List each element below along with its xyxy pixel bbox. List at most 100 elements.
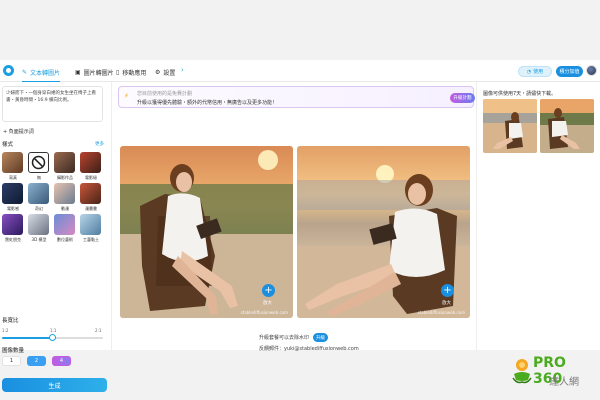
clock-icon: ◔ bbox=[526, 68, 532, 75]
zoom-in-button[interactable]: + bbox=[262, 284, 275, 297]
avatar[interactable] bbox=[586, 65, 597, 76]
style-section-label: 樣式 bbox=[2, 142, 14, 148]
app-logo-icon[interactable] bbox=[3, 65, 14, 76]
history-thumbnail-picture bbox=[540, 99, 594, 153]
ratio-min-label: 1:2 bbox=[2, 328, 9, 333]
image-watermark: stablediffusionweb.com bbox=[417, 310, 465, 315]
buy-credits-label: 積分加值 bbox=[559, 69, 580, 75]
style-option[interactable]: 電影級 bbox=[80, 152, 102, 181]
style-option[interactable]: 工藝黏土 bbox=[80, 214, 102, 243]
style-thumbnail bbox=[28, 183, 49, 204]
style-name: 電影級 bbox=[85, 175, 97, 180]
zoom-in-button[interactable]: + bbox=[441, 284, 454, 297]
upgrade-banner: ⚡ 您目前使用的是免費計劃 升級以獲得優先體驗・額外的代幣信用・無廣告以及更多功… bbox=[118, 86, 475, 108]
style-thumbnail bbox=[54, 214, 75, 235]
tab-label: 移動應用 bbox=[122, 69, 147, 77]
tab-label: 圖片轉圖片 bbox=[83, 69, 114, 77]
style-option[interactable]: 霓虹朋克 bbox=[2, 214, 24, 243]
tab-image-to-image[interactable]: ▣ 圖片轉圖片 bbox=[75, 66, 114, 78]
tab-settings[interactable]: ⚙ 設置 bbox=[155, 66, 175, 78]
style-name: 攝影作品 bbox=[57, 175, 73, 180]
negative-prompt-toggle[interactable]: + 負面提示詞 bbox=[3, 128, 34, 135]
tab-label: 文本轉圖片 bbox=[30, 69, 61, 77]
style-thumbnail bbox=[54, 183, 75, 204]
style-name: 電影感 bbox=[7, 206, 19, 211]
style-name: 無 bbox=[37, 175, 41, 180]
banner-promo-text: 升級以獲得優先體驗・額外的代幣信用・無廣告以及更多功能！ bbox=[137, 100, 278, 106]
style-option[interactable]: 漫畫書 bbox=[80, 183, 102, 212]
style-name: 工藝黏土 bbox=[83, 237, 99, 242]
style-thumbnail bbox=[2, 214, 23, 235]
style-option[interactable]: 攝影作品 bbox=[54, 152, 76, 181]
history-thumbnail[interactable] bbox=[540, 99, 594, 153]
history-panel: 圖像可供使用7天・請儘快下載。 bbox=[476, 82, 600, 350]
history-title: 圖像可供使用7天・請儘快下載。 bbox=[483, 91, 557, 97]
style-option[interactable]: 無 bbox=[28, 152, 50, 181]
brand-subtitle: 達人網 bbox=[549, 377, 579, 388]
tab-text-to-image[interactable]: ✎ 文本轉圖片 bbox=[22, 66, 61, 82]
style-option[interactable]: 電影感 bbox=[2, 183, 24, 212]
image-count-option[interactable]: 4 bbox=[52, 356, 71, 366]
upgrade-button[interactable]: 升級 bbox=[313, 333, 329, 342]
prompt-text: 少婦而下・一個身穿白裙的女生坐在椅子上看書・黃昏時間・16:9 橫向比例。 bbox=[6, 91, 96, 103]
remove-watermark-row: 升級套餐可以去除水印 升級 bbox=[259, 333, 329, 342]
text-to-image-icon: ✎ bbox=[22, 68, 28, 76]
history-thumbnail-picture bbox=[483, 99, 537, 153]
upgrade-plan-button[interactable]: 升級計劃 bbox=[450, 93, 475, 103]
style-thumbnail bbox=[80, 152, 101, 173]
generated-image-2[interactable]: stablediffusionweb.com + 放大 bbox=[297, 146, 470, 318]
credits-label: 使用 bbox=[533, 69, 544, 75]
buy-credits-button[interactable]: 積分加值 bbox=[556, 66, 583, 77]
style-thumbnail bbox=[2, 183, 23, 204]
style-name: 漫畫書 bbox=[85, 206, 97, 211]
style-thumbnail bbox=[54, 152, 75, 173]
aspect-ratio-slider-handle[interactable] bbox=[49, 334, 56, 341]
mobile-icon: ▯ bbox=[116, 68, 120, 76]
image-count-option[interactable]: 1 bbox=[2, 356, 21, 366]
app-window: ✎ 文本轉圖片 ▣ 圖片轉圖片 ▯ 移動應用 ⚙ 設置 › ◔ 使用 積分加值 … bbox=[0, 60, 600, 354]
remove-watermark-text: 升級套餐可以去除水印 bbox=[259, 335, 310, 341]
generate-button[interactable]: 生成 bbox=[2, 378, 107, 392]
main-area: ⚡ 您目前使用的是免費計劃 升級以獲得優先體驗・額外的代幣信用・無廣告以及更多功… bbox=[113, 82, 476, 352]
style-thumbnail bbox=[80, 183, 101, 204]
tab-mobile-app[interactable]: ▯ 移動應用 bbox=[116, 66, 146, 78]
style-option[interactable]: 寫真 bbox=[2, 152, 24, 181]
style-name: 奇幻 bbox=[35, 206, 43, 211]
feedback-email[interactable]: 反饋郵件：yuki@stablediffusionweb.com bbox=[259, 345, 359, 352]
style-option[interactable]: 奇幻 bbox=[28, 183, 50, 212]
generated-image-1[interactable]: stablediffusionweb.com + 放大 bbox=[120, 146, 293, 318]
aspect-ratio-slider-fill bbox=[2, 337, 53, 339]
style-option[interactable]: 數位藝術 bbox=[54, 214, 76, 243]
plus-icon: + bbox=[3, 129, 8, 135]
image-to-image-icon: ▣ bbox=[75, 68, 81, 76]
tab-label: 設置 bbox=[163, 69, 176, 77]
aspect-ratio-label: 長寬比 bbox=[2, 318, 19, 324]
style-option[interactable]: 3D 模型 bbox=[28, 214, 50, 243]
upgrade-plan-label: 升級計劃 bbox=[453, 96, 472, 101]
negative-prompt-label: 負面提示詞 bbox=[8, 129, 34, 135]
style-name: 數位藝術 bbox=[57, 237, 73, 242]
style-name: 霓虹朋克 bbox=[5, 237, 21, 242]
upgrade-button-label: 升級 bbox=[316, 335, 326, 341]
style-thumbnail bbox=[80, 214, 101, 235]
image-count-option[interactable]: 2 bbox=[27, 356, 46, 366]
credits-button[interactable]: ◔ 使用 bbox=[518, 66, 552, 77]
ratio-value-label: 1:1 bbox=[50, 328, 57, 333]
prompt-input[interactable]: 少婦而下・一個身穿白裙的女生坐在椅子上看書・黃昏時間・16:9 橫向比例。 bbox=[2, 86, 103, 122]
ratio-max-label: 2:1 bbox=[95, 328, 102, 333]
style-name: 寫真 bbox=[9, 175, 17, 180]
chevron-right-icon[interactable]: › bbox=[181, 66, 184, 74]
banner-plan-text: 您目前使用的是免費計劃 bbox=[137, 91, 193, 97]
image-watermark: stablediffusionweb.com bbox=[240, 310, 288, 315]
style-name: 動漫 bbox=[61, 206, 69, 211]
image-count-label: 圖像數量 bbox=[2, 348, 25, 354]
style-thumbnail bbox=[28, 214, 49, 235]
style-option[interactable]: 動漫 bbox=[54, 183, 76, 212]
gear-icon: ⚙ bbox=[155, 68, 161, 76]
sidebar: 少婦而下・一個身穿白裙的女生坐在椅子上看書・黃昏時間・16:9 橫向比例。 + … bbox=[0, 82, 112, 354]
more-styles-link[interactable]: 更多 bbox=[95, 141, 104, 147]
style-name: 3D 模型 bbox=[31, 237, 47, 242]
style-thumbnail bbox=[2, 152, 23, 173]
top-bar: ✎ 文本轉圖片 ▣ 圖片轉圖片 ▯ 移動應用 ⚙ 設置 › ◔ 使用 積分加值 bbox=[0, 60, 600, 82]
history-thumbnail[interactable] bbox=[483, 99, 537, 153]
